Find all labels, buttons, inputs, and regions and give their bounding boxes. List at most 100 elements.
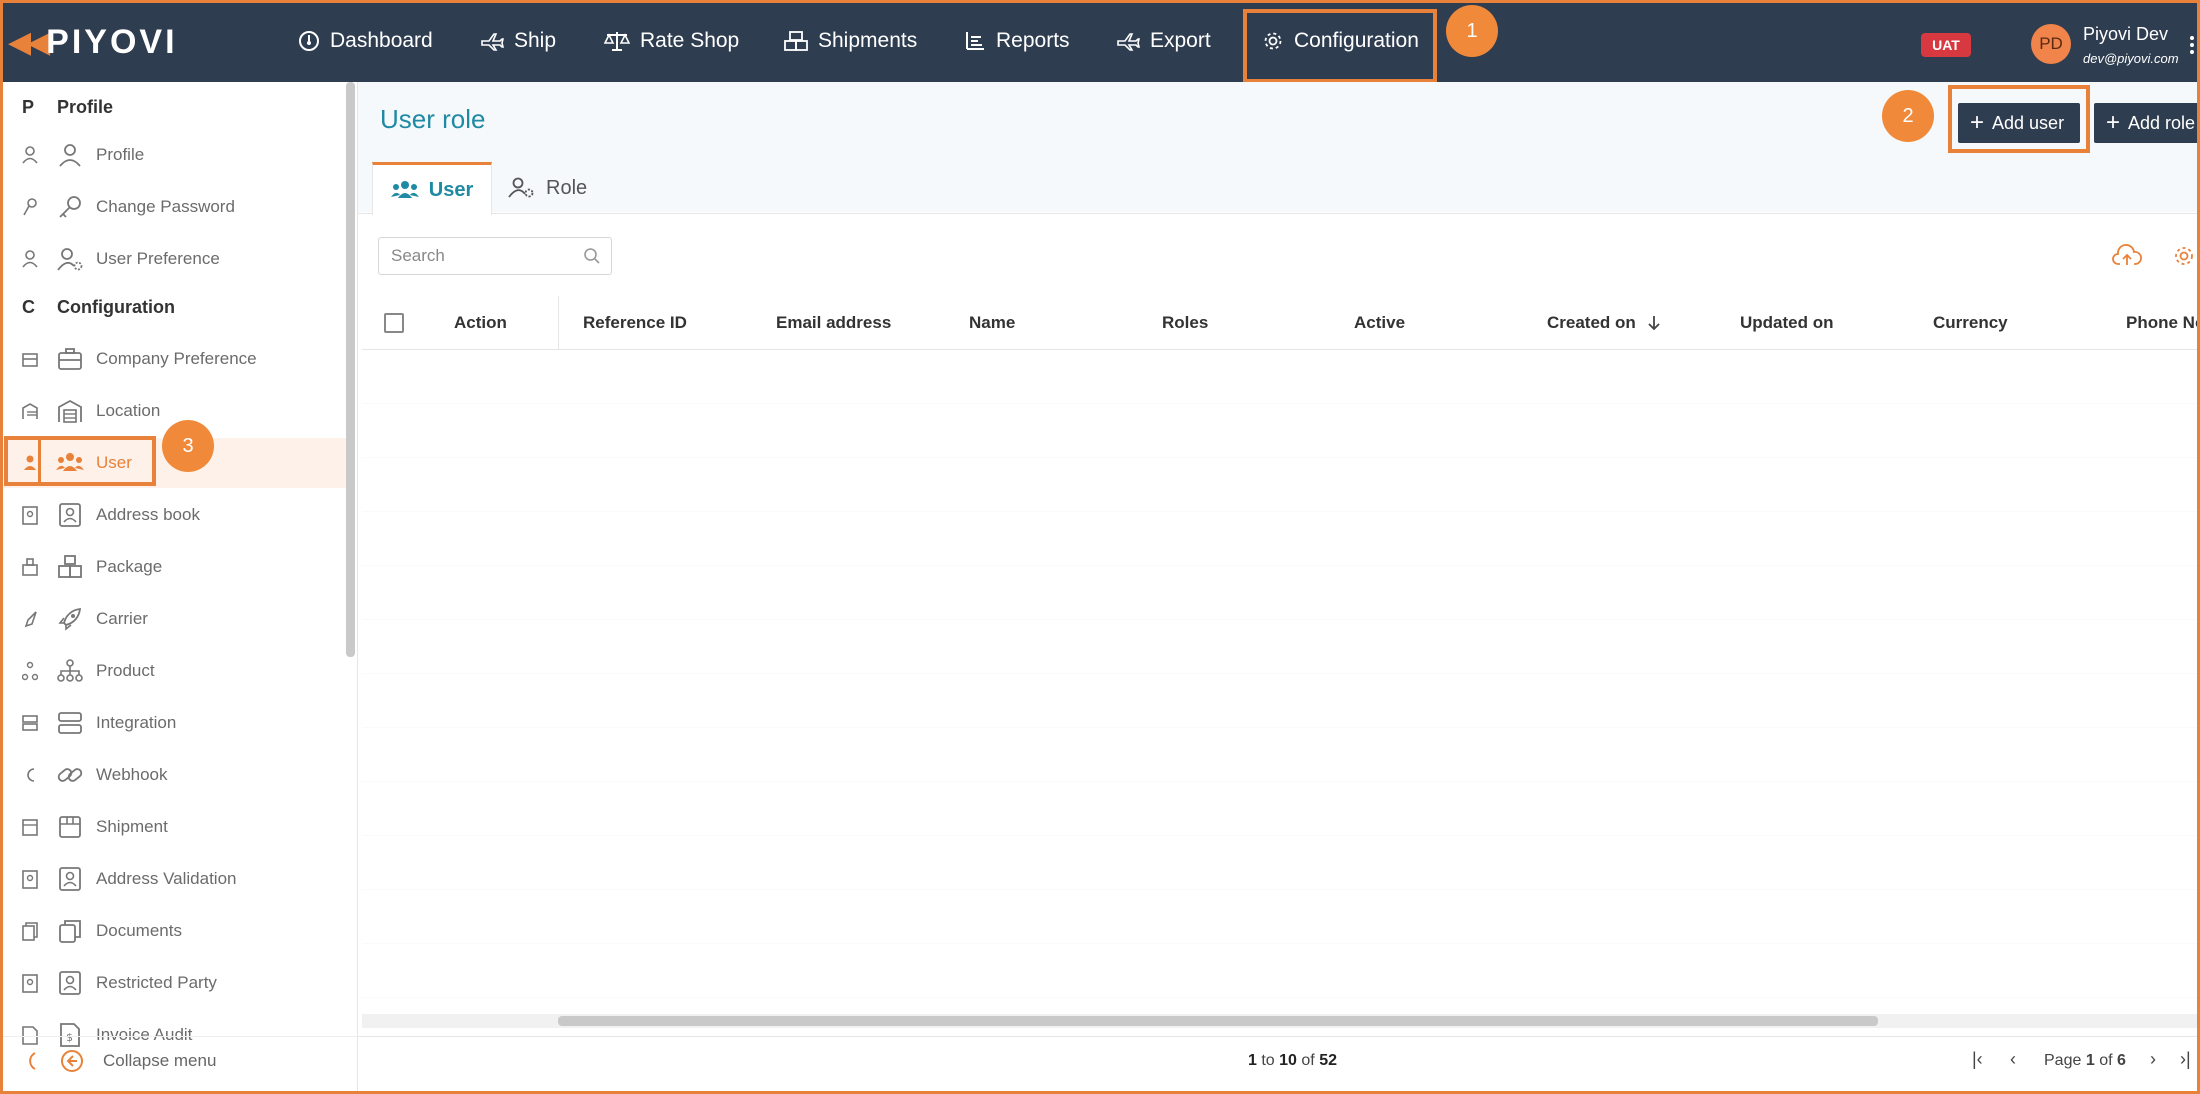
- settings-gear-icon[interactable]: [2172, 244, 2196, 268]
- contact-book-icon: [59, 503, 81, 527]
- column-header-created-on[interactable]: Created on: [1547, 296, 1662, 350]
- sort-down-arrow-icon[interactable]: [1646, 314, 1662, 332]
- briefcase-icon: [58, 348, 82, 370]
- briefcase-icon: [22, 353, 38, 367]
- nav-export[interactable]: Export: [1116, 0, 1211, 82]
- copy-icon: [22, 922, 38, 941]
- logo-mark-icon: ◀◀: [8, 25, 50, 59]
- sidebar-item-company-preference[interactable]: Company Preference: [0, 334, 346, 384]
- link-icon: [57, 768, 83, 782]
- sidebar-item-address-validation[interactable]: Address Validation: [0, 854, 346, 904]
- add-role-label: Add role: [2128, 112, 2196, 133]
- nav-reports[interactable]: Reports: [964, 0, 1070, 82]
- pagination-bar: 1 to 10 of 52 |‹ ‹ Page 1 of 6 › ›|: [358, 1036, 2200, 1084]
- sidebar-item-product[interactable]: Product: [0, 646, 346, 696]
- select-all-checkbox[interactable]: [384, 313, 404, 333]
- next-page-icon[interactable]: ›: [2150, 1049, 2156, 1070]
- column-header-currency[interactable]: Currency: [1933, 296, 2008, 350]
- collapse-menu-button[interactable]: Collapse menu: [0, 1036, 358, 1084]
- sidebar-item-user-preference[interactable]: User Preference: [0, 234, 346, 284]
- collapse-mini-icon: [29, 1051, 36, 1070]
- tab-user[interactable]: User: [372, 162, 492, 215]
- key-icon: [59, 196, 81, 218]
- nav-dashboard[interactable]: Dashboard: [298, 0, 433, 82]
- tab-bar: User Role: [358, 162, 2200, 215]
- rocket-icon: [58, 607, 82, 631]
- sidebar-item-package[interactable]: Package: [0, 542, 346, 592]
- contact-book-icon: [59, 971, 81, 995]
- dashboard-icon: [299, 31, 319, 51]
- sidebar-scrollbar[interactable]: [346, 82, 355, 657]
- tab-role[interactable]: Role: [508, 162, 587, 214]
- sidebar-item-profile[interactable]: Profile: [0, 130, 346, 180]
- user-icon: [59, 144, 81, 167]
- avatar[interactable]: PD: [2031, 24, 2071, 64]
- nav-reports-label: Reports: [996, 29, 1070, 52]
- package-icon: [58, 555, 82, 578]
- sidebar-item-restricted-party[interactable]: Restricted Party: [0, 958, 346, 1008]
- previous-page-icon[interactable]: ‹: [2010, 1049, 2016, 1070]
- sidebar-item-address-book[interactable]: Address book: [0, 490, 346, 540]
- column-header-email-address[interactable]: Email address: [776, 296, 891, 350]
- page-indicator: Page 1 of 6: [2044, 1052, 2126, 1069]
- server-icon: [58, 712, 82, 734]
- more-menu-icon[interactable]: [2190, 36, 2194, 54]
- server-icon: [22, 715, 38, 731]
- pagination-summary: 1 to 10 of 52: [1248, 1052, 1337, 1069]
- search-box[interactable]: [378, 237, 612, 275]
- nav-ship[interactable]: Ship: [480, 0, 556, 82]
- column-header-created-on-label: Created on: [1547, 313, 1636, 332]
- user-icon: [22, 146, 38, 164]
- users-icon: [390, 181, 419, 198]
- user-gear-icon: [508, 177, 534, 198]
- add-role-button[interactable]: + Add role: [2094, 103, 2200, 143]
- horizontal-scrollbar-thumb[interactable]: [558, 1016, 1878, 1026]
- table-body: [362, 350, 2200, 1010]
- search-icon[interactable]: [583, 247, 601, 265]
- add-user-highlight-box: [1948, 85, 2090, 153]
- sidebar-item-shipment[interactable]: Shipment: [0, 802, 346, 852]
- sidebar-item-webhook[interactable]: Webhook: [0, 750, 346, 800]
- nav-shipments-label: Shipments: [818, 29, 918, 52]
- rocket-icon: [24, 611, 37, 628]
- box-icon: [22, 819, 38, 836]
- user-email: dev@piyovi.com: [2083, 51, 2179, 66]
- sidebar-item-carrier[interactable]: Carrier: [0, 594, 346, 644]
- callout-badge-1: 1: [1446, 5, 1498, 57]
- hierarchy-icon: [57, 659, 83, 682]
- nav-dashboard-label: Dashboard: [330, 29, 433, 52]
- nav-shipments[interactable]: Shipments: [784, 0, 917, 82]
- arrow-left-circle-icon: [61, 1049, 83, 1072]
- warehouse-icon: [22, 403, 38, 419]
- column-header-name[interactable]: Name: [969, 296, 1015, 350]
- upload-cloud-icon[interactable]: [2112, 244, 2142, 268]
- column-header-reference-id[interactable]: Reference ID: [583, 296, 687, 350]
- search-input[interactable]: [379, 238, 569, 274]
- package-icon: [22, 558, 38, 576]
- column-header-phone-no[interactable]: Phone No: [2126, 296, 2200, 350]
- sidebar-item-integration[interactable]: Integration: [0, 698, 346, 748]
- collapse-menu-label: Collapse menu: [103, 1050, 217, 1070]
- logo-text: PIYOVI: [46, 22, 178, 61]
- page-title: User role: [380, 104, 486, 134]
- nav-rate-shop[interactable]: Rate Shop: [604, 0, 739, 82]
- key-icon: [23, 198, 37, 216]
- first-page-icon[interactable]: |‹: [1972, 1049, 1983, 1070]
- plus-icon: +: [2106, 109, 2121, 136]
- user-name[interactable]: Piyovi Dev: [2083, 24, 2168, 45]
- boxes-icon: [784, 31, 808, 51]
- column-header-roles[interactable]: Roles: [1162, 296, 1208, 350]
- user-gear-icon: [57, 248, 83, 271]
- sidebar-item-documents[interactable]: Documents: [0, 906, 346, 956]
- report-icon: [966, 32, 984, 50]
- column-header-active[interactable]: Active: [1354, 296, 1405, 350]
- table-header: Action Reference ID Email address Name R…: [362, 296, 2200, 350]
- column-header-updated-on[interactable]: Updated on: [1740, 296, 1834, 350]
- sidebar-item-change-password[interactable]: Change Password: [0, 182, 346, 232]
- sidebar-section-profile: P Profile: [22, 96, 114, 117]
- piyovi-logo[interactable]: ◀◀ PIYOVI: [8, 22, 178, 62]
- box-icon: [59, 816, 81, 838]
- column-header-action[interactable]: Action: [454, 296, 507, 350]
- last-page-icon[interactable]: ›|: [2180, 1049, 2191, 1070]
- contact-book-icon: [22, 870, 38, 889]
